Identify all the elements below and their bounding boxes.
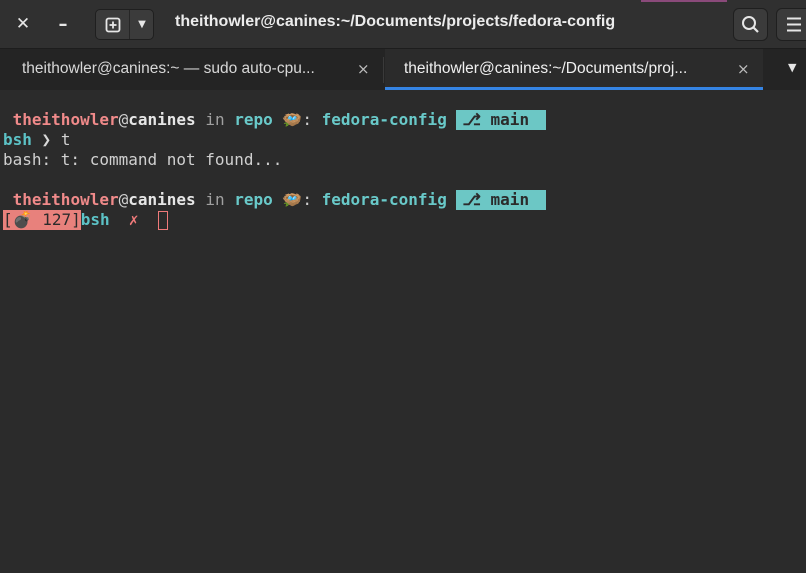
shell-name: bsh xyxy=(3,130,32,149)
tab-label: theithowler@canines:~ — sudo auto-cpu... xyxy=(22,60,315,77)
prompt-host: canines xyxy=(128,110,196,129)
chevron-down-icon: ▼ xyxy=(138,19,146,30)
header-bar: ✕ – ▼ theithowler@canines:~/Documents/pr… xyxy=(0,0,806,48)
window-accent xyxy=(641,0,727,2)
tab-fedora-config[interactable]: theithowler@canines:~/Documents/proj... … xyxy=(385,49,763,90)
window-minimize-button[interactable]: – xyxy=(48,9,78,39)
prompt-host: canines xyxy=(128,190,196,209)
prompt-colon: : xyxy=(302,190,312,209)
search-button[interactable] xyxy=(733,8,768,41)
new-tab-icon xyxy=(105,17,120,32)
exit-code-badge: [💣 127] xyxy=(3,210,81,230)
new-tab-menu-button[interactable]: ▼ xyxy=(130,10,154,39)
terminal-output[interactable]: theithowler@canines in repo 🪺: fedora-co… xyxy=(0,90,806,573)
hamburger-menu-icon xyxy=(787,17,801,32)
command-line: [💣 127]bsh ✗ xyxy=(3,210,168,230)
prompt-chevron-icon: ❯ xyxy=(41,130,52,149)
prompt-in: in xyxy=(195,190,235,209)
tab-bar: theithowler@canines:~ — sudo auto-cpu...… xyxy=(0,48,806,90)
prompt-repo: repo xyxy=(234,190,273,209)
terminal-cursor xyxy=(157,211,168,230)
repo-nest-icon: 🪺 xyxy=(282,190,303,209)
search-icon xyxy=(742,16,759,33)
tab-close-icon[interactable]: × xyxy=(737,60,750,78)
prompt-user: theithowler xyxy=(12,190,119,209)
prompt-colon: : xyxy=(302,110,312,129)
command-output: bash: t: command not found... xyxy=(3,150,283,169)
prompt-at: @ xyxy=(118,190,129,209)
new-tab-group: ▼ xyxy=(95,9,154,40)
git-branch-badge: ⎇ main xyxy=(456,190,547,210)
command-text: t xyxy=(60,130,71,149)
prompt-line: theithowler@canines in repo 🪺: fedora-co… xyxy=(3,190,547,210)
tabs-overflow-chevron-icon[interactable]: ▼ xyxy=(788,61,796,74)
prompt-repo: repo xyxy=(234,110,273,129)
window-close-button[interactable]: ✕ xyxy=(8,9,38,39)
error-x-icon: ✗ xyxy=(128,210,139,229)
prompt-dir: fedora-config xyxy=(321,190,447,209)
shell-name: bsh xyxy=(80,210,110,229)
prompt-line: theithowler@canines in repo 🪺: fedora-co… xyxy=(3,110,547,130)
prompt-user: theithowler xyxy=(12,110,119,129)
tab-divider xyxy=(383,57,384,83)
tab-label: theithowler@canines:~/Documents/proj... xyxy=(404,60,688,77)
new-tab-button[interactable] xyxy=(96,10,129,39)
command-line: bsh ❯ t xyxy=(3,130,70,150)
prompt-at: @ xyxy=(118,110,129,129)
repo-nest-icon: 🪺 xyxy=(282,110,303,129)
tab-sudo-auto-cpu[interactable]: theithowler@canines:~ — sudo auto-cpu...… xyxy=(0,49,383,90)
window-title: theithowler@canines:~/Documents/projects… xyxy=(175,13,616,30)
main-menu-button[interactable] xyxy=(776,8,806,41)
tab-close-icon[interactable]: × xyxy=(357,60,370,78)
prompt-in: in xyxy=(195,110,235,129)
prompt-dir: fedora-config xyxy=(321,110,447,129)
git-branch-badge: ⎇ main xyxy=(456,110,547,130)
